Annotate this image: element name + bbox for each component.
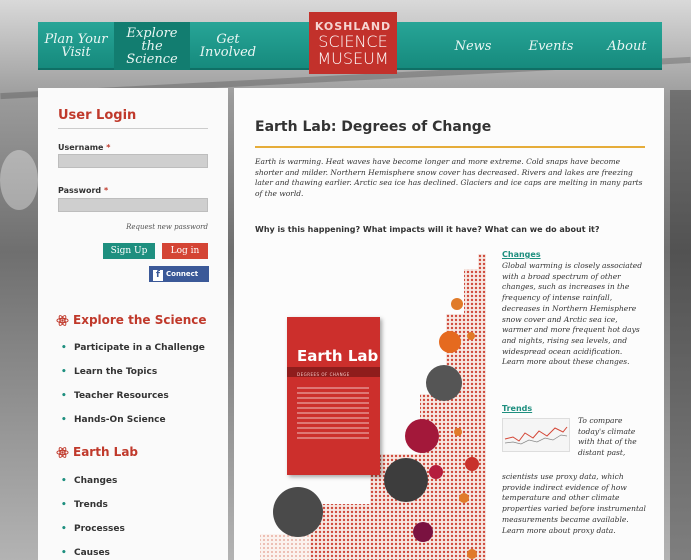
earth-lab-book-cover: Earth Lab DEGREES OF CHANGE (287, 317, 380, 475)
top-navigation: Plan Your Visit Explore the Science Get Invo… (38, 12, 662, 74)
trends-link[interactable]: Trends (502, 404, 532, 413)
explore-science-heading[interactable]: Explore the Science (56, 313, 207, 327)
book-title: Earth Lab (297, 347, 379, 365)
log-in-button[interactable]: Log in (162, 243, 208, 259)
decor-circle-photo (384, 458, 428, 502)
menu-trends[interactable]: Trends (61, 500, 108, 510)
nav-label: Involved (199, 45, 257, 60)
nav-label: About (607, 38, 647, 54)
menu-causes[interactable]: Causes (61, 548, 110, 558)
decor-circle (454, 428, 462, 436)
password-input[interactable] (58, 198, 208, 212)
left-sidebar: User Login Username * Password * Request… (38, 88, 228, 560)
nav-label: News (454, 38, 492, 54)
logo-line: SCIENCE (318, 31, 388, 51)
title-divider (255, 146, 645, 148)
username-input[interactable] (58, 154, 208, 168)
changes-text: Global warming is closely associated wit… (502, 261, 643, 367)
explore-science-title: Explore the Science (73, 313, 207, 327)
nav-label: Visit (61, 45, 91, 60)
nav-label: Science (126, 51, 178, 67)
menu-changes[interactable]: Changes (61, 476, 118, 486)
book-subtitle: DEGREES OF CHANGE (297, 372, 350, 377)
password-label-text: Password (58, 186, 102, 195)
username-label: Username * (58, 143, 110, 152)
intro-paragraph: Earth is warming. Heat waves have become… (255, 157, 643, 198)
decor-circle-photo (426, 365, 462, 401)
decor-circle-photo (273, 487, 323, 537)
question-text: Why is this happening? What impacts will… (255, 225, 600, 234)
required-mark: * (103, 186, 109, 195)
trends-text: scientists use proxy data, which provide… (502, 472, 646, 535)
nav-about[interactable]: About (594, 22, 660, 70)
nav-label: Events (528, 38, 574, 54)
facebook-connect-label: Connect (166, 270, 199, 278)
decor-circle (459, 493, 469, 503)
museum-logo[interactable]: KOSHLAND SCIENCE MUSEUM (309, 12, 397, 74)
login-title: User Login (58, 108, 137, 123)
decor-circle (405, 419, 439, 453)
menu-processes[interactable]: Processes (61, 524, 125, 534)
menu-teacher-resources[interactable]: Teacher Resources (61, 391, 169, 401)
earth-lab-heading[interactable]: Earth Lab (56, 445, 138, 459)
trends-graph-icon (504, 426, 568, 445)
decor-circle (429, 465, 443, 479)
menu-hands-on-science[interactable]: Hands-On Science (61, 415, 166, 425)
decor-circle (465, 457, 479, 471)
earth-lab-title: Earth Lab (73, 445, 139, 459)
nav-events[interactable]: Events (518, 22, 584, 70)
atom-icon (56, 314, 69, 326)
atom-icon (56, 446, 69, 458)
page-title: Earth Lab: Degrees of Change (255, 119, 492, 135)
facebook-connect-button[interactable]: f Connect (149, 266, 209, 282)
background-beam (670, 90, 691, 560)
trends-text-short: To compare today's climate with that of … (578, 416, 637, 458)
background-light (0, 150, 38, 210)
nav-get-involved[interactable]: Get Involved (190, 22, 266, 70)
facebook-icon: f (153, 270, 163, 281)
request-password-link[interactable]: Request new password (58, 223, 208, 231)
decor-circle (439, 331, 461, 353)
decor-circle (467, 332, 475, 340)
trends-thumbnail[interactable] (502, 418, 570, 452)
divider (58, 128, 208, 129)
required-mark: * (106, 143, 111, 152)
nav-plan-your-visit[interactable]: Plan Your Visit (38, 22, 114, 70)
username-label-text: Username (58, 143, 104, 152)
main-content: Earth Lab: Degrees of Change Earth is wa… (234, 88, 664, 560)
decor-circle (451, 298, 463, 310)
nav-news[interactable]: News (438, 22, 508, 70)
password-label: Password * (58, 186, 108, 195)
logo-line: MUSEUM (317, 48, 389, 68)
changes-link[interactable]: Changes (502, 250, 541, 259)
logo-line: KOSHLAND (314, 19, 392, 33)
sign-up-button[interactable]: Sign Up (103, 243, 155, 259)
book-text-lines (297, 387, 369, 442)
nav-explore-the-science[interactable]: Explore the Science (114, 22, 190, 70)
decor-circle (467, 549, 477, 559)
menu-learn-topics[interactable]: Learn the Topics (61, 367, 157, 377)
menu-participate-challenge[interactable]: Participate in a Challenge (61, 343, 205, 353)
decor-circle (413, 522, 433, 542)
